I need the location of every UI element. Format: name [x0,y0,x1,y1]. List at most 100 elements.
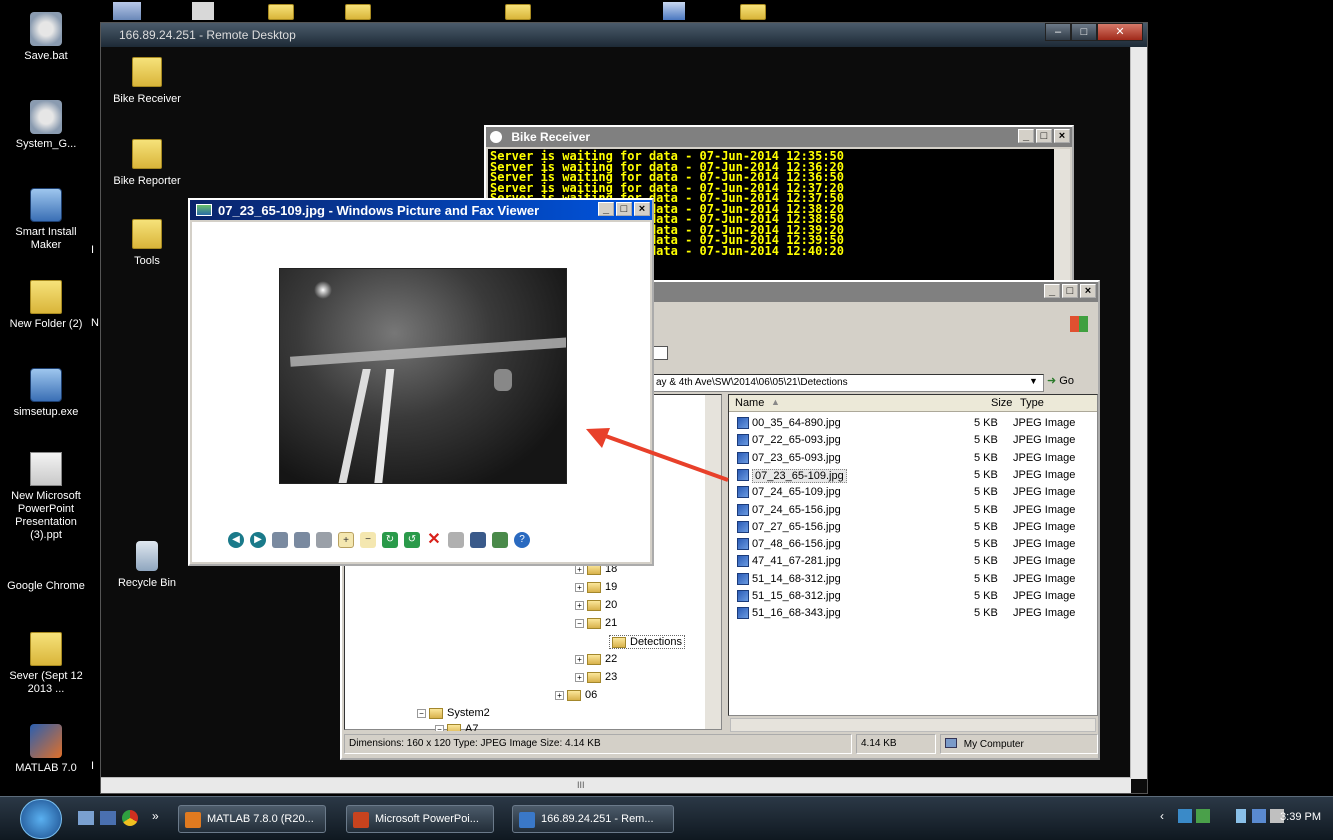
desktop-icon-simsetup[interactable]: simsetup.exe [4,368,88,419]
best-fit-icon[interactable] [272,532,288,548]
file-row[interactable]: 51_15_68-312.jpg 5 KB JPEG Image [729,588,1097,605]
rotate-counterclockwise-icon[interactable]: ↺ [404,532,420,548]
folder-icon [587,653,601,665]
windows-logo-icon [1070,316,1088,332]
folder-icon [132,219,162,249]
minimize-button[interactable]: _ [598,202,614,216]
tray-icon-battery[interactable] [1236,809,1246,823]
file-row[interactable]: 07_24_65-156.jpg 5 KB JPEG Image [729,502,1097,519]
views-icon[interactable] [652,346,668,360]
desktop-icon-system-g[interactable]: System_G... [4,100,88,151]
tree-item-23[interactable]: +23 [575,671,617,683]
file-row[interactable]: 00_35_64-890.jpg 5 KB JPEG Image [729,415,1097,432]
viewer-titlebar[interactable]: 07_23_65-109.jpg - Windows Picture and F… [190,200,652,220]
console-titlebar[interactable]: Bike Receiver _ □ × [486,127,1072,147]
inner-icon-bike-receiver[interactable]: Bike Receiver [107,57,187,105]
chrome-quicklaunch-icon[interactable] [122,810,138,826]
desktop-icon-smart-install-maker[interactable]: Smart Install Maker [4,188,88,252]
explorer-quicklaunch-icon[interactable] [100,811,116,825]
save-icon[interactable] [470,532,486,548]
file-list-hscrollbar[interactable] [730,718,1096,732]
column-size[interactable]: Size [991,397,1012,409]
tray-expand-icon[interactable]: ‹ [1160,809,1164,823]
open-folder-icon [612,636,626,648]
tray-icon-monitor[interactable] [1252,809,1266,823]
zoom-in-icon[interactable]: + [338,532,354,548]
file-size: 5 KB [974,417,998,429]
clock[interactable]: 3:39 PM [1280,811,1321,823]
gear-icon [30,100,62,134]
rdp-titlebar[interactable]: 166.89.24.251 - Remote Desktop – □ ✕ [101,23,1147,47]
tree-item-22[interactable]: +22 [575,653,617,665]
inner-icon-recycle-bin[interactable]: Recycle Bin [107,541,187,589]
file-row[interactable]: 51_16_68-343.jpg 5 KB JPEG Image [729,605,1097,622]
tree-item-19[interactable]: +19 [575,581,617,593]
help-icon[interactable]: ? [514,532,530,548]
maximize-button[interactable]: □ [616,202,632,216]
desktop-icon-powerpoint[interactable]: New Microsoft PowerPoint Presentation (3… [4,452,88,542]
zoom-out-icon[interactable]: − [360,532,376,548]
taskbar-task-matlab[interactable]: MATLAB 7.8.0 (R20... [178,805,326,833]
file-row[interactable]: 07_27_65-156.jpg 5 KB JPEG Image [729,519,1097,536]
actual-size-icon[interactable] [294,532,310,548]
maximize-button[interactable]: □ [1071,23,1097,41]
file-row[interactable]: 07_23_65-093.jpg 5 KB JPEG Image [729,450,1097,467]
desktop-icon-save-bat[interactable]: Save.bat [4,12,88,63]
go-arrow-icon: ➜ [1047,375,1057,387]
close-button[interactable]: × [1054,129,1070,143]
inner-icon-bike-reporter[interactable]: Bike Reporter [107,139,187,187]
show-desktop-icon[interactable] [78,811,94,825]
next-icon[interactable]: ▶ [250,532,266,548]
maximize-button[interactable]: □ [1062,284,1078,298]
desktop-icon-sever[interactable]: Sever (Sept 12 2013 ... [4,632,88,696]
file-row[interactable]: 07_48_66-156.jpg 5 KB JPEG Image [729,536,1097,553]
desktop-icon-matlab[interactable]: MATLAB 7.0 [4,724,88,775]
rdp-horizontal-scrollbar[interactable]: III [101,777,1131,793]
delete-icon[interactable]: ✕ [426,532,442,548]
desktop-icon-new-folder-2[interactable]: New Folder (2) [4,280,88,331]
tree-item-system2[interactable]: − System2 [417,707,490,719]
minimize-button[interactable]: – [1045,23,1071,41]
tree-item-a7[interactable]: − A7 [435,723,478,731]
address-dropdown-icon[interactable]: ▼ [1029,376,1038,386]
edit-icon[interactable] [492,532,508,548]
rotate-clockwise-icon[interactable]: ↻ [382,532,398,548]
annotation-arrow [586,428,729,482]
quicklaunch-overflow[interactable]: » [152,809,159,823]
file-row[interactable]: 47_41_67-281.jpg 5 KB JPEG Image [729,553,1097,570]
file-row[interactable]: 07_24_65-109.jpg 5 KB JPEG Image [729,484,1097,501]
go-button[interactable]: ➜ Go [1047,374,1074,387]
column-type[interactable]: Type [1020,397,1044,409]
partial-label: I [91,244,95,256]
tree-item-20[interactable]: +20 [575,599,617,611]
tray-icon-network[interactable] [1178,809,1192,823]
column-name[interactable]: Name [735,397,764,409]
console-scrollbar[interactable] [1054,149,1070,293]
file-row[interactable]: 51_14_68-312.jpg 5 KB JPEG Image [729,571,1097,588]
previous-icon[interactable]: ◀ [228,532,244,548]
desktop-icon-google-chrome[interactable]: Google Chrome [4,580,88,593]
tray-icon-security[interactable] [1196,809,1210,823]
viewer-toolbar: ◀ ▶ + − ↻ ↺ ✕ ? [228,532,530,548]
tree-item-21[interactable]: −21 [575,617,617,629]
slideshow-icon[interactable] [316,532,332,548]
status-bar: Dimensions: 160 x 120 Type: JPEG Image S… [344,734,1098,754]
address-bar[interactable]: ay & 4th Ave\SW\2014\06\05\21\Detections [652,374,1044,392]
print-icon[interactable] [448,532,464,548]
taskbar-task-remote-desktop[interactable]: 166.89.24.251 - Rem... [512,805,674,833]
tree-item-detections[interactable]: Detections [609,635,685,649]
jpeg-file-icon [737,572,749,585]
close-button[interactable]: ✕ [1097,23,1143,41]
minimize-button[interactable]: _ [1018,129,1034,143]
file-row[interactable]: 07_22_65-093.jpg 5 KB JPEG Image [729,432,1097,449]
close-button[interactable]: × [1080,284,1096,298]
inner-icon-tools[interactable]: Tools [107,219,187,267]
maximize-button[interactable]: □ [1036,129,1052,143]
start-button[interactable] [20,799,62,839]
file-row[interactable]: 07_23_65-109.jpg 5 KB JPEG Image [729,467,1097,484]
minimize-button[interactable]: _ [1044,284,1060,298]
tree-item-06[interactable]: +06 [555,689,597,701]
rdp-vertical-scrollbar[interactable] [1130,47,1147,779]
close-button[interactable]: × [634,202,650,216]
taskbar-task-powerpoint[interactable]: Microsoft PowerPoi... [346,805,494,833]
